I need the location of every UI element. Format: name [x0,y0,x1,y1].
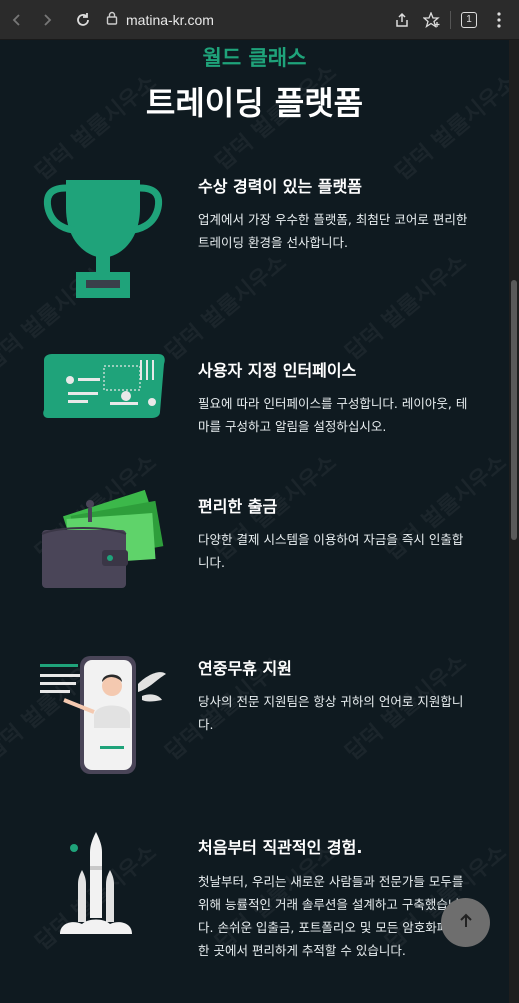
feature-description: 첫날부터, 우리는 새로운 사람들과 전문가들 모두를 위해 능률적인 거래 솔… [198,874,464,958]
trophy-icon [38,168,168,298]
toolbar-divider [450,10,451,29]
browser-toolbar: matina-kr.com 1 [0,0,519,40]
wallet-money-icon [38,488,168,618]
arrow-up-icon [458,913,474,933]
menu-icon[interactable] [487,8,511,32]
feature-description: 필요에 따라 인터페이스를 구성합니다. 레이아웃, 테마를 구성하고 알림을 … [198,396,468,434]
back-icon[interactable] [4,7,30,33]
section-subtitle: 월드 클래스 [202,46,307,70]
tab-count[interactable]: 1 [461,11,477,28]
feature-title: 수상 경력이 있는 플랫폼 [198,177,362,196]
section-title: 트레이딩 플랫폼 [145,84,364,122]
page-content: 답덕 벌룰시우소 답덕 벌룰시우소 답덕 벌룰시우소 답덕 벌룰시우소 답덕 벌… [0,40,509,1003]
scroll-to-top-button[interactable] [441,898,490,947]
support-phone-icon [38,652,168,782]
rocket-icon [38,826,168,956]
feature-title: 연중무휴 지원 [198,659,292,678]
address-bar[interactable]: matina-kr.com [106,10,384,29]
tabs-icon[interactable]: 1 [457,8,481,32]
feature-description: 다양한 결제 시스템을 이용하여 자금을 즉시 인출합니다. [198,532,464,570]
reload-icon[interactable] [70,7,96,33]
bookmark-icon[interactable] [420,8,444,32]
scrollbar[interactable] [509,40,519,1003]
interface-panel-icon [38,348,168,478]
url-text[interactable]: matina-kr.com [126,12,214,28]
feature-title: 편리한 출금 [198,497,278,516]
feature-title: 처음부터 직관적인 경험. [198,838,363,857]
feature-description: 업계에서 가장 우수한 플랫폼, 최첨단 코어로 편리한 트레이딩 환경을 선사… [198,212,468,250]
feature-description: 당사의 전문 지원팀은 항상 귀하의 언어로 지원합니다. [198,694,464,732]
scrollbar-thumb[interactable] [511,280,517,540]
site-info-icon[interactable] [106,10,118,29]
share-icon[interactable] [390,8,414,32]
feature-title: 사용자 지정 인터페이스 [198,361,357,380]
forward-icon[interactable] [34,7,60,33]
